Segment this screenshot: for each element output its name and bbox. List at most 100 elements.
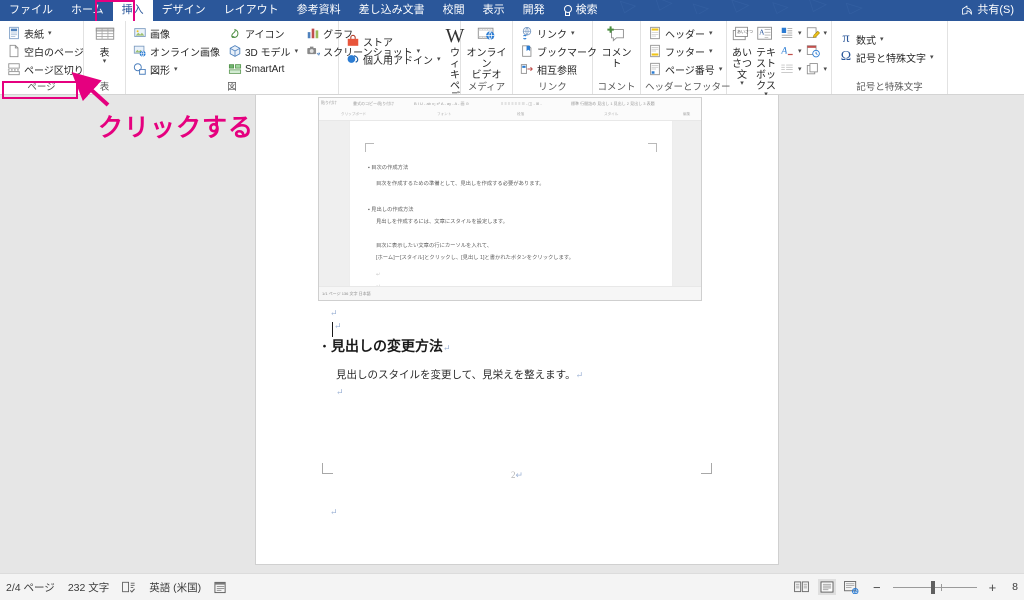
tab-file[interactable]: ファイル xyxy=(0,0,62,21)
share-button[interactable]: 共有(S) xyxy=(957,0,1024,21)
print-layout-button[interactable] xyxy=(817,579,836,595)
page-number-icon xyxy=(650,62,660,76)
quick-parts-button[interactable]: あいさつ あいさつ 文 ▾ xyxy=(731,24,753,87)
tab-references[interactable]: 参考資料 xyxy=(288,0,350,21)
pictures-label: 画像 xyxy=(150,29,170,41)
link-button[interactable]: リンク ▾ xyxy=(517,24,600,42)
chevron-down-icon[interactable]: ▾ xyxy=(571,29,575,37)
read-mode-button[interactable] xyxy=(793,579,811,595)
group-label-media: メディア xyxy=(467,82,506,93)
wordart-button[interactable]: A ▾ xyxy=(779,42,803,60)
tab-mailings[interactable]: 差し込み文書 xyxy=(350,0,434,21)
chevron-down-icon[interactable]: ▾ xyxy=(824,65,828,73)
page-break-button[interactable]: ページ区切り xyxy=(4,60,87,78)
chevron-down-icon[interactable]: ▾ xyxy=(798,65,802,73)
bookmark-button[interactable]: ブックマーク xyxy=(517,42,600,60)
document-body-text: 見出しのスタイルを変更して、見栄えを整えます。 xyxy=(336,370,576,381)
object-button[interactable]: ▾ xyxy=(805,60,829,78)
shapes-icon xyxy=(133,63,146,75)
chevron-down-icon[interactable]: ▾ xyxy=(930,53,934,61)
page-number-button[interactable]: ページ番号 ▾ xyxy=(645,60,725,78)
document-page-2[interactable]: 貼り付け 書式のコピー/貼り付け B I U - ab x₂ x² A - ay… xyxy=(256,95,778,564)
cross-reference-button[interactable]: 相互参照 xyxy=(517,60,600,78)
table-icon xyxy=(95,27,114,40)
zoom-slider-thumb[interactable] xyxy=(930,580,935,594)
embedded-screenshot-image[interactable]: 貼り付け 書式のコピー/貼り付け B I U - ab x₂ x² A - ay… xyxy=(318,97,702,301)
print-layout-icon xyxy=(820,581,834,593)
chevron-down-icon[interactable]: ▾ xyxy=(103,58,107,65)
chevron-down-icon[interactable]: ▾ xyxy=(174,65,178,73)
three-d-models-label: 3D モデル xyxy=(245,47,291,59)
tab-view[interactable]: 表示 xyxy=(474,0,514,21)
tab-home[interactable]: ホーム xyxy=(62,0,113,21)
equation-button[interactable]: π 数式 ▾ xyxy=(836,30,937,48)
cross-reference-icon xyxy=(520,64,533,74)
store-button[interactable]: ストア xyxy=(343,32,444,50)
chevron-down-icon[interactable]: ▾ xyxy=(709,47,713,55)
proofing-status-button[interactable] xyxy=(122,581,136,593)
tab-review[interactable]: 校閲 xyxy=(434,0,474,21)
icons-label: アイコン xyxy=(245,29,285,41)
cover-page-button[interactable]: 表紙 ▾ xyxy=(4,24,87,42)
drop-cap-button[interactable]: ▾ xyxy=(779,24,803,42)
zoom-level-label[interactable]: 8 xyxy=(1008,581,1018,593)
accessibility-button[interactable] xyxy=(214,581,227,594)
chevron-down-icon[interactable]: ▾ xyxy=(295,47,299,55)
chevron-down-icon[interactable]: ▾ xyxy=(740,80,744,87)
zoom-out-button[interactable]: − xyxy=(868,581,886,594)
chevron-down-icon[interactable]: ▾ xyxy=(824,29,828,37)
chevron-down-icon[interactable]: ▾ xyxy=(798,47,802,55)
three-d-models-button[interactable]: 3D モデル ▾ xyxy=(225,42,301,60)
embedded-status-text: 1/1 ページ 136 文字 日本語 xyxy=(322,290,371,296)
tell-me-search[interactable]: 検索 xyxy=(554,0,607,21)
my-addins-button[interactable]: 個人用アドイン ▾ xyxy=(343,50,444,68)
online-video-button[interactable]: オンライン ビデオ xyxy=(465,24,508,81)
word-count[interactable]: 232 文字 xyxy=(68,580,109,595)
shapes-button[interactable]: 図形 ▾ xyxy=(130,60,223,78)
date-time-button[interactable] xyxy=(805,42,829,60)
zoom-in-button[interactable]: + xyxy=(984,581,1002,594)
my-addins-icon xyxy=(347,55,359,63)
store-icon xyxy=(347,34,359,46)
header-button[interactable]: ヘッダー ▾ xyxy=(645,24,725,42)
zoom-slider[interactable] xyxy=(892,580,977,594)
online-picture-icon xyxy=(133,45,146,57)
tab-developer[interactable]: 開発 xyxy=(514,0,554,21)
symbol-button[interactable]: Ω 記号と特殊文字 ▾ xyxy=(836,48,937,66)
language-indicator[interactable]: 英語 (米国) xyxy=(149,580,201,595)
chevron-down-icon[interactable]: ▾ xyxy=(437,55,441,63)
new-comment-icon xyxy=(606,26,624,42)
document-canvas[interactable]: 貼り付け 書式のコピー/貼り付け B I U - ab x₂ x² A - ay… xyxy=(0,95,1024,573)
smartart-button[interactable]: SmartArt xyxy=(225,60,301,78)
tab-insert[interactable]: 挿入 xyxy=(112,0,153,21)
chevron-down-icon[interactable]: ▾ xyxy=(48,29,52,37)
svg-text:A: A xyxy=(780,46,787,57)
text-cursor xyxy=(332,322,333,337)
embedded-pilcrow-0: ↵ xyxy=(376,272,381,278)
accessibility-icon xyxy=(214,581,226,593)
chevron-down-icon[interactable]: ▾ xyxy=(880,35,884,43)
tab-layout[interactable]: レイアウト xyxy=(215,0,288,21)
bookmark-icon xyxy=(522,45,532,57)
status-bar: 2/4 ページ 232 文字 英語 (米国) − + 8 xyxy=(0,573,1024,600)
zoom-slider-tick xyxy=(940,583,942,591)
ribbon-group-comments: コメント コメント xyxy=(593,21,641,94)
chevron-down-icon[interactable]: ▾ xyxy=(709,29,713,37)
new-comment-button[interactable]: コメント xyxy=(597,24,636,70)
chevron-down-icon[interactable]: ▾ xyxy=(798,29,802,37)
zoom-slider-track[interactable] xyxy=(892,580,977,594)
signature-line-button[interactable]: ▾ xyxy=(779,60,803,78)
pictures-button[interactable]: 画像 xyxy=(130,24,223,42)
web-layout-button[interactable] xyxy=(843,579,861,595)
blank-page-button[interactable]: 空白のページ xyxy=(4,42,87,60)
bullet-icon: ・ xyxy=(318,339,332,354)
signature-pen-button[interactable]: ▾ xyxy=(805,24,829,42)
tab-design[interactable]: デザイン xyxy=(153,0,215,21)
table-button[interactable]: 表 ▾ xyxy=(88,24,121,65)
online-pictures-button[interactable]: オンライン画像 xyxy=(130,42,223,60)
text-box-button[interactable]: A テキスト ボックス ▾ xyxy=(755,24,777,98)
icons-button[interactable]: アイコン xyxy=(225,24,301,42)
chevron-down-icon[interactable]: ▾ xyxy=(719,65,723,73)
footer-button[interactable]: フッター ▾ xyxy=(645,42,725,60)
page-indicator[interactable]: 2/4 ページ xyxy=(6,580,55,595)
